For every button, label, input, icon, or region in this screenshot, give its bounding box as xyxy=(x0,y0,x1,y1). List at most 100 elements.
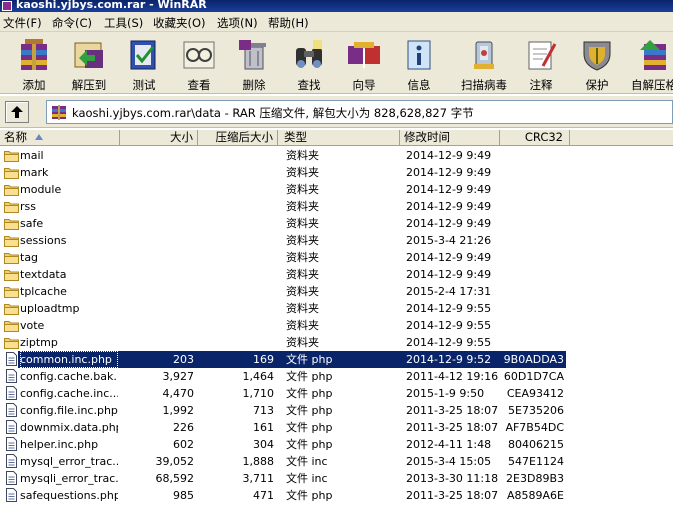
file-crc32: 80406215 xyxy=(508,438,564,451)
file-row[interactable]: mysqli_error_trac... 68,592 3,711 文件 inc 201… xyxy=(0,470,673,487)
file-modified: 2014-12-9 9:49 xyxy=(406,251,492,264)
folder-icon xyxy=(4,182,19,196)
folder-row[interactable]: module 资料夹 2014-12-9 9:49 xyxy=(0,181,673,198)
file-name: safequestions.php xyxy=(20,489,118,502)
sfx-icon xyxy=(636,38,672,72)
file-name: mail xyxy=(20,149,44,162)
sfx-button[interactable]: 自解压格 xyxy=(627,35,673,93)
menu-file[interactable]: 文件(F) xyxy=(3,15,42,31)
folder-row[interactable]: rss 资料夹 2014-12-9 9:49 xyxy=(0,198,673,215)
comment-icon xyxy=(523,38,559,72)
file-row[interactable]: config.cache.bak... 3,927 1,464 文件 php 2011-… xyxy=(0,368,673,385)
up-folder-button[interactable] xyxy=(5,101,29,123)
menu-tools[interactable]: 工具(S) xyxy=(104,15,143,31)
file-name: sessions xyxy=(20,234,67,247)
info-button[interactable]: 信息 xyxy=(392,35,446,93)
menu-help[interactable]: 帮助(H) xyxy=(268,15,309,31)
file-icon xyxy=(4,352,19,366)
file-modified: 2011-4-12 19:16 xyxy=(406,370,499,383)
file-crc32 xyxy=(500,249,564,266)
address-path: kaoshi.yjbys.com.rar\data - RAR 压缩文件, 解包… xyxy=(72,106,474,120)
file-type: 资料夹 xyxy=(286,166,319,179)
file-packed-size: 1,888 xyxy=(242,455,275,468)
virus-scan-icon xyxy=(466,38,502,72)
file-packed-size xyxy=(198,181,274,198)
file-size: 4,470 xyxy=(162,387,195,400)
column-packed-size[interactable]: 压缩后大小 xyxy=(198,130,278,146)
info-label: 信息 xyxy=(407,78,431,92)
file-icon xyxy=(4,403,19,417)
folder-row[interactable]: textdata 资料夹 2014-12-9 9:49 xyxy=(0,266,673,283)
file-icon xyxy=(4,437,19,451)
file-name: textdata xyxy=(20,268,67,281)
file-name: rss xyxy=(20,200,36,213)
file-crc32 xyxy=(500,164,564,181)
menu-options[interactable]: 选项(N) xyxy=(217,15,258,31)
file-name: module xyxy=(20,183,62,196)
folder-row[interactable]: vote 资料夹 2014-12-9 9:55 xyxy=(0,317,673,334)
file-packed-size: 713 xyxy=(253,404,274,417)
column-type[interactable]: 类型 xyxy=(280,130,400,146)
file-row[interactable]: common.inc.php 203 169 文件 php 2014-12-9 9:52… xyxy=(0,351,673,368)
wizard-icon xyxy=(346,38,382,72)
file-crc32 xyxy=(500,181,564,198)
folder-row[interactable]: tag 资料夹 2014-12-9 9:49 xyxy=(0,249,673,266)
folder-row[interactable]: sessions 资料夹 2015-3-4 21:26 xyxy=(0,232,673,249)
file-icon xyxy=(4,420,19,434)
column-crc32[interactable]: CRC32 xyxy=(500,130,570,146)
file-size xyxy=(120,266,194,283)
folder-icon xyxy=(4,233,19,247)
virus-scan-button[interactable]: 扫描病毒 xyxy=(457,35,511,93)
column-size[interactable]: 大小 xyxy=(120,130,198,146)
folder-row[interactable]: tplcache 资料夹 2015-2-4 17:31 xyxy=(0,283,673,300)
column-name[interactable]: 名称 xyxy=(0,130,120,146)
menu-bar: 文件(F) 命令(C) 工具(S) 收藏夹(O) 选项(N) 帮助(H) xyxy=(0,12,673,32)
file-packed-size xyxy=(198,232,274,249)
file-name: helper.inc.php xyxy=(20,438,99,451)
folder-row[interactable]: mark 资料夹 2014-12-9 9:49 xyxy=(0,164,673,181)
file-type: 文件 inc xyxy=(286,472,328,485)
title-bar[interactable]: kaoshi.yjbys.com.rar - WinRAR xyxy=(0,0,673,12)
file-row[interactable]: config.cache.inc.... 4,470 1,710 文件 php 2015… xyxy=(0,385,673,402)
file-crc32 xyxy=(500,334,564,351)
file-packed-size xyxy=(198,300,274,317)
folder-row[interactable]: mail 资料夹 2014-12-9 9:49 xyxy=(0,147,673,164)
file-packed-size xyxy=(198,334,274,351)
address-field[interactable]: kaoshi.yjbys.com.rar\data - RAR 压缩文件, 解包… xyxy=(46,100,673,124)
file-packed-size xyxy=(198,266,274,283)
menu-commands[interactable]: 命令(C) xyxy=(52,15,92,31)
file-type: 资料夹 xyxy=(286,183,319,196)
file-packed-size xyxy=(198,164,274,181)
file-row[interactable]: mysql_error_trac... 39,052 1,888 文件 inc 2015… xyxy=(0,453,673,470)
file-icon xyxy=(4,454,19,468)
file-size: 226 xyxy=(173,421,194,434)
file-type: 文件 php xyxy=(286,438,333,451)
folder-row[interactable]: uploadtmp 资料夹 2014-12-9 9:55 xyxy=(0,300,673,317)
file-row[interactable]: helper.inc.php 602 304 文件 php 2012-4-11 1:48… xyxy=(0,436,673,453)
folder-row[interactable]: safe 资料夹 2014-12-9 9:49 xyxy=(0,215,673,232)
file-name: tag xyxy=(20,251,39,264)
file-modified: 2015-3-4 21:26 xyxy=(406,234,492,247)
file-size xyxy=(120,181,194,198)
protect-icon xyxy=(579,38,615,72)
folder-row[interactable]: ziptmp 资料夹 2014-12-9 9:55 xyxy=(0,334,673,351)
file-list[interactable]: mail 资料夹 2014-12-9 9:49 mark 资料夹 2014-12-9 9:… xyxy=(0,147,673,505)
file-size: 602 xyxy=(173,438,194,451)
menu-favorites[interactable]: 收藏夹(O) xyxy=(153,15,206,31)
file-type: 文件 php xyxy=(286,421,333,434)
file-size: 39,052 xyxy=(155,455,195,468)
column-modified[interactable]: 修改时间 xyxy=(400,130,500,146)
file-packed-size xyxy=(198,147,274,164)
file-row[interactable]: config.file.inc.php 1,992 713 文件 php 2011-3-… xyxy=(0,402,673,419)
file-name: mysqli_error_trac... xyxy=(20,472,118,485)
file-size: 1,992 xyxy=(162,404,195,417)
file-row[interactable]: downmix.data.php 226 161 文件 php 2011-3-25 18… xyxy=(0,419,673,436)
protect-button[interactable]: 保护 xyxy=(570,35,624,93)
file-row[interactable]: safequestions.php 985 471 文件 php 2011-3-25 1… xyxy=(0,487,673,504)
file-icon xyxy=(4,369,19,383)
file-type: 资料夹 xyxy=(286,302,319,315)
folder-icon xyxy=(4,199,19,213)
folder-icon xyxy=(4,267,19,281)
toolbar: 添加 解压到 测试 查看 删除 查找 向导 信息 扫描病毒 注释 保护 自解压格 xyxy=(0,32,673,94)
file-crc32: 5E735206 xyxy=(508,404,564,417)
